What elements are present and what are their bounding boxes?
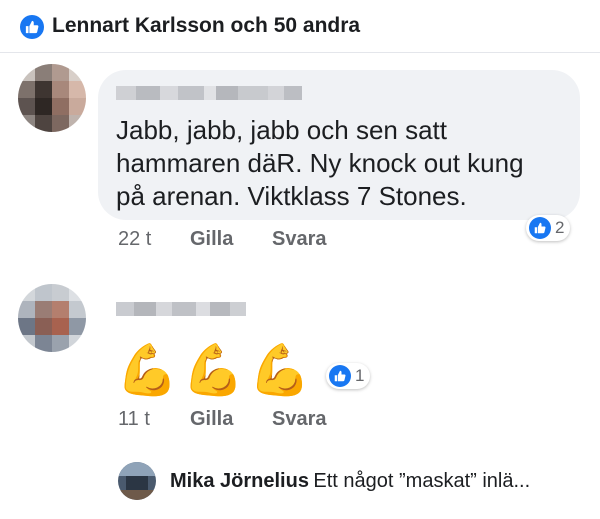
- reply-author-name[interactable]: Mika Jörnelius: [170, 470, 309, 492]
- like-icon: [329, 365, 351, 387]
- like-button[interactable]: Gilla: [190, 228, 233, 251]
- reaction-count-value: 1: [355, 366, 365, 385]
- reply-preview-text: Ett något ”maskat” inlä...: [313, 470, 531, 492]
- like-button[interactable]: Gilla: [190, 408, 233, 431]
- like-icon: [529, 217, 551, 239]
- reactions-summary-text: Lennart Karlsson och 50 andra: [52, 14, 361, 37]
- author-name-blurred[interactable]: [116, 86, 302, 100]
- comment-time[interactable]: 22 t: [118, 228, 151, 251]
- avatar[interactable]: [118, 462, 156, 500]
- reply-preview[interactable]: Mika Jörnelius Ett något ”maskat” inlä..…: [170, 470, 530, 493]
- reaction-count-value: 2: [555, 218, 565, 237]
- author-name-blurred[interactable]: [116, 302, 246, 316]
- avatar[interactable]: [18, 64, 86, 132]
- reply-button[interactable]: Svara: [272, 408, 327, 431]
- reactions-summary[interactable]: Lennart Karlsson och 50 andra: [0, 0, 600, 53]
- like-icon: [20, 15, 44, 39]
- reply-button[interactable]: Svara: [272, 228, 327, 251]
- comment-time[interactable]: 11 t: [118, 408, 150, 431]
- emoji-comment: 💪💪💪: [116, 342, 315, 398]
- reaction-count[interactable]: 1: [326, 363, 371, 389]
- reaction-count[interactable]: 2: [526, 215, 571, 241]
- avatar[interactable]: [18, 284, 86, 352]
- comment-text: Jabb, jabb, jabb och sen satt hammaren d…: [116, 115, 524, 211]
